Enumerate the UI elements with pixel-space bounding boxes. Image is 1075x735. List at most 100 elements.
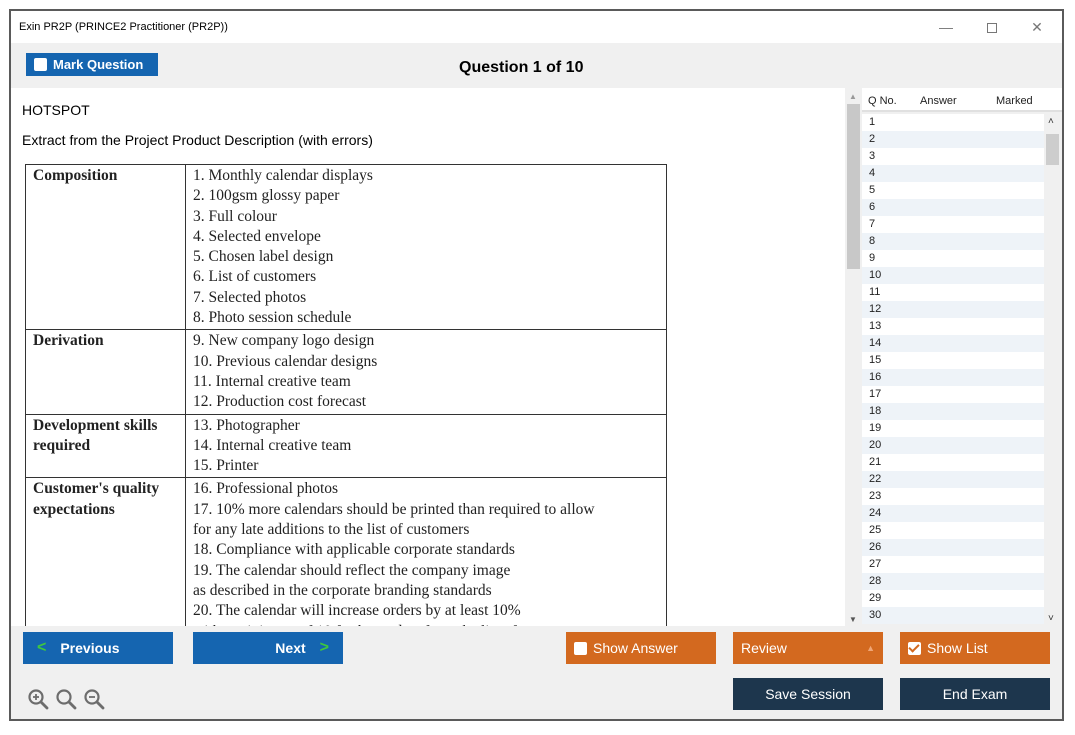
question-list-row[interactable]: 8 <box>862 233 1044 250</box>
end-exam-button[interactable]: End Exam <box>900 678 1050 710</box>
row-item: 12. Production cost forecast <box>193 393 367 411</box>
scroll-up-arrow-icon[interactable]: ▲ <box>849 92 857 101</box>
row-item: 20. The calendar will increase orders by… <box>193 602 521 620</box>
question-list-row[interactable]: 16 <box>862 369 1044 386</box>
row-item: 19. The calendar should reflect the comp… <box>193 561 511 579</box>
question-list-row[interactable]: 9 <box>862 250 1044 267</box>
question-list-row[interactable]: 4 <box>862 165 1044 182</box>
question-intro: Extract from the Project Product Descrip… <box>22 132 373 148</box>
header-bar: Mark Question Question 1 of 10 <box>11 43 1062 88</box>
question-list-row[interactable]: 15 <box>862 352 1044 369</box>
table-row: Derivation 9. New company logo design 10. … <box>25 329 667 415</box>
question-list-row[interactable]: 13 <box>862 318 1044 335</box>
mark-question-checkbox[interactable] <box>34 58 47 71</box>
chevron-up-icon[interactable]: ˄ <box>1048 116 1054 127</box>
maximize-button[interactable] <box>972 15 1012 39</box>
window-title: Exin PR2P (PRINCE2 Practitioner (PR2P)) <box>19 21 228 33</box>
question-list-row[interactable]: 20 <box>862 437 1044 454</box>
row-item: 7. Selected photos <box>193 288 307 306</box>
next-button[interactable]: Next > <box>193 632 343 664</box>
show-list-button[interactable]: Show List <box>900 632 1050 664</box>
question-list-row[interactable]: 3 <box>862 148 1044 165</box>
zoom-reset-icon[interactable] <box>55 688 77 710</box>
table-row: Composition 1. Monthly calendar displays 2… <box>25 163 667 331</box>
row-item: 8. Photo session schedule <box>193 309 352 327</box>
question-list-panel: Q No. Answer Marked 1 2 3 4 5 6 7 8 9 10 11 12 13 14 1… <box>862 88 1062 626</box>
content-scrollbar[interactable]: ▲ ▼ <box>845 88 862 626</box>
column-header-qno[interactable]: Q No. <box>868 95 897 107</box>
question-list-row[interactable]: 5 <box>862 182 1044 199</box>
chevron-right-icon: > <box>319 639 329 656</box>
question-list-row[interactable]: 18 <box>862 403 1044 420</box>
question-counter: Question 1 of 10 <box>459 59 584 76</box>
question-list-row[interactable]: 14 <box>862 335 1044 352</box>
column-header-marked[interactable]: Marked <box>996 95 1033 107</box>
table-row: Development skills required 13. Photograp… <box>25 413 667 479</box>
question-list-row[interactable]: 26 <box>862 539 1044 556</box>
show-answer-checkbox[interactable] <box>574 641 587 655</box>
question-list-row[interactable]: 28 <box>862 573 1044 590</box>
question-list-row[interactable]: 2 <box>862 131 1044 148</box>
title-bar: Exin PR2P (PRINCE2 Practitioner (PR2P)) … <box>11 11 1062 43</box>
chevron-down-icon[interactable]: ˅ <box>1048 613 1054 624</box>
save-session-button[interactable]: Save Session <box>733 678 883 710</box>
question-list-scrollbar[interactable]: ˄ ˅ <box>1044 114 1061 626</box>
question-list-row[interactable]: 24 <box>862 505 1044 522</box>
row-item: 1. Monthly calendar displays <box>193 167 373 184</box>
save-session-label: Save Session <box>765 686 851 702</box>
previous-button[interactable]: < Previous <box>23 632 173 664</box>
row-label: Customer's quality expectations <box>25 477 186 626</box>
show-list-checkbox[interactable] <box>908 641 921 655</box>
question-list-rows: 1 2 3 4 5 6 7 8 9 10 11 12 13 14 15 16 17 18 19 20 21 22 23 24 2… <box>862 114 1044 624</box>
review-dropdown[interactable]: Review ▲ <box>733 632 883 664</box>
column-header-answer[interactable]: Answer <box>920 95 957 107</box>
row-item: 4. Selected envelope <box>193 227 321 245</box>
row-item: 15. Printer <box>193 457 259 475</box>
question-list-row[interactable]: 12 <box>862 301 1044 318</box>
next-label: Next <box>275 640 306 656</box>
minimize-button[interactable]: — <box>926 15 966 39</box>
question-list-row[interactable]: 23 <box>862 488 1044 505</box>
review-label: Review <box>741 640 787 656</box>
row-item: 5. Chosen label design <box>193 248 334 266</box>
question-list-row[interactable]: 10 <box>862 267 1044 284</box>
question-list-row[interactable]: 1 <box>862 114 1044 131</box>
zoom-in-icon[interactable] <box>27 688 49 710</box>
row-item: 10. Previous calendar designs <box>193 352 378 370</box>
row-item: 6. List of customers <box>193 268 317 286</box>
content-scroll-thumb[interactable] <box>847 104 860 269</box>
question-list-row[interactable]: 29 <box>862 590 1044 607</box>
zoom-out-icon[interactable] <box>83 688 105 710</box>
question-list-row[interactable]: 6 <box>862 199 1044 216</box>
close-button[interactable]: ✕ <box>1017 15 1057 39</box>
row-item: for any late additions to the list of cu… <box>193 521 470 539</box>
row-item: 9. New company logo design <box>193 332 375 350</box>
question-type-label: HOTSPOT <box>22 102 90 118</box>
row-label: Derivation <box>25 329 186 415</box>
row-item: with a minimum of 10 further orders from… <box>193 622 659 626</box>
row-label: Composition <box>25 163 186 331</box>
question-list-row[interactable]: 22 <box>862 471 1044 488</box>
row-item: 11. Internal creative team <box>193 372 351 390</box>
chevron-left-icon: < <box>37 639 47 656</box>
row-item: as described in the corporate branding s… <box>193 581 492 599</box>
question-list-row[interactable]: 30 <box>862 607 1044 624</box>
question-list-header: Q No. Answer Marked <box>862 88 1062 112</box>
row-items: 9. New company logo design 10. Previous c… <box>185 329 667 415</box>
question-list-row[interactable]: 11 <box>862 284 1044 301</box>
question-list-row[interactable]: 27 <box>862 556 1044 573</box>
show-list-label: Show List <box>927 640 988 656</box>
row-item: 13. Photographer <box>193 416 300 434</box>
question-list-row[interactable]: 19 <box>862 420 1044 437</box>
row-item: 14. Internal creative team <box>193 436 352 454</box>
question-list-row[interactable]: 21 <box>862 454 1044 471</box>
question-list-scroll-thumb[interactable] <box>1046 134 1059 165</box>
question-list-row[interactable]: 25 <box>862 522 1044 539</box>
row-item: 18. Compliance with applicable corporate… <box>193 541 515 559</box>
row-label: Development skills required <box>25 413 186 479</box>
question-list-row[interactable]: 17 <box>862 386 1044 403</box>
mark-question-button[interactable]: Mark Question <box>26 53 158 76</box>
question-list-row[interactable]: 7 <box>862 216 1044 233</box>
scroll-down-arrow-icon[interactable]: ▼ <box>849 615 857 624</box>
show-answer-button[interactable]: Show Answer <box>566 632 716 664</box>
